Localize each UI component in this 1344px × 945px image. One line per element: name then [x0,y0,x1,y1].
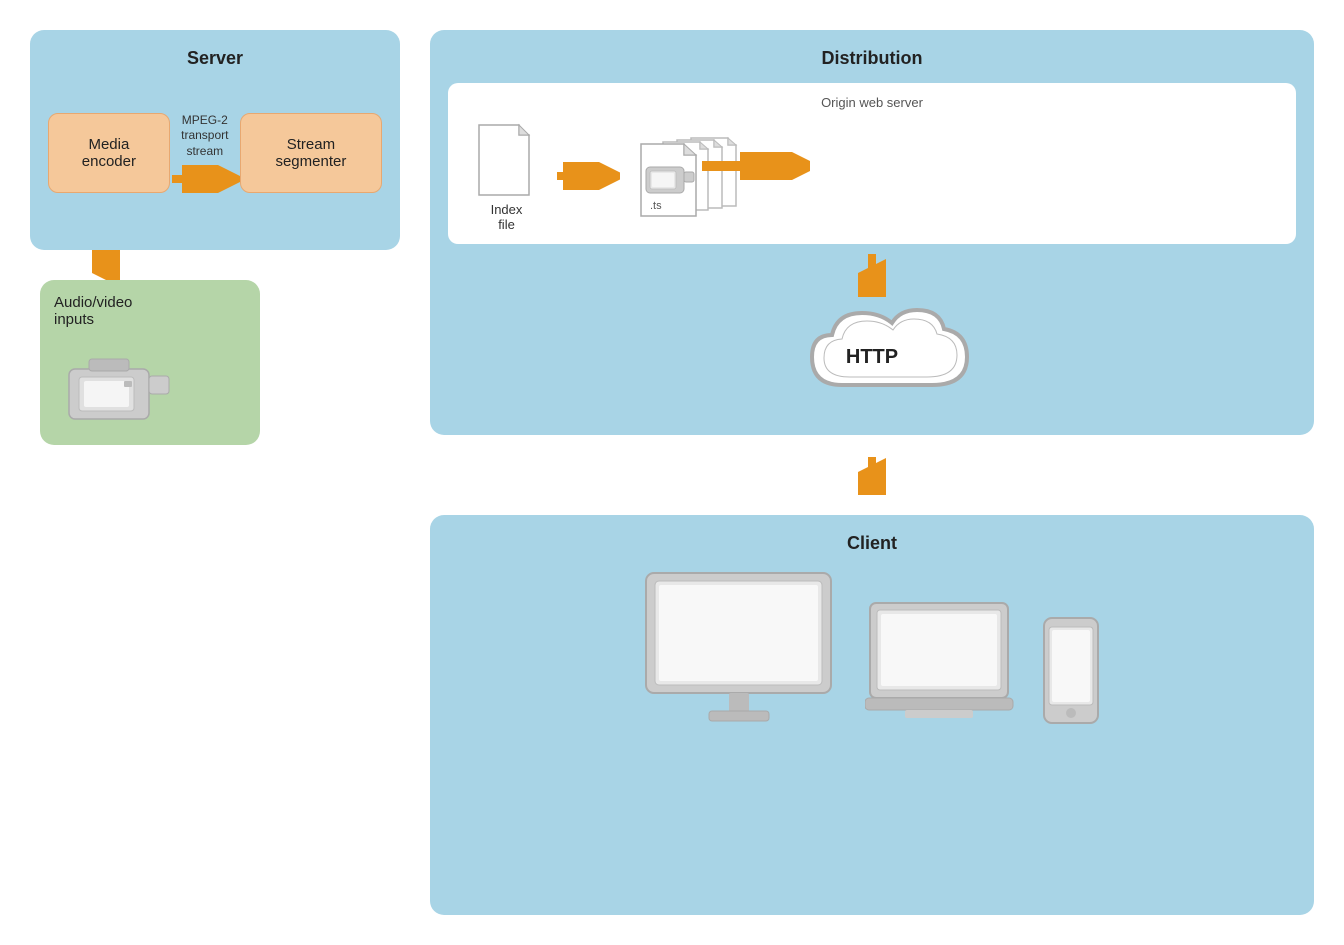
audio-video-section: Audio/videoinputs [40,280,260,445]
http-to-client-arrow [430,455,1314,495]
client-title: Client [448,533,1296,554]
laptop-icon [865,598,1015,733]
distribution-title: Distribution [448,48,1296,69]
up-arrow-container [92,250,400,280]
media-encoder-box: Media encoder [48,113,170,193]
left-panel: Server Media encoder MPEG-2transportstre… [30,30,400,915]
phone-svg [1039,613,1104,728]
mpeg-arrow: MPEG-2transportstream [170,113,240,194]
camera-svg [64,351,174,426]
phone-icon [1039,613,1104,733]
origin-inner: Indexfile [464,120,1280,232]
media-encoder-label: Media encoder [67,136,151,170]
main-layout: Server Media encoder MPEG-2transportstre… [0,0,1344,945]
stream-segmenter-box: Stream segmenter [240,113,382,193]
server-section: Server Media encoder MPEG-2transportstre… [30,30,400,250]
index-file-svg [474,120,539,200]
desktop-monitor-icon [641,568,841,733]
index-to-ts-arrow [555,162,620,190]
origin-label: Origin web server [464,95,1280,110]
index-file-label: Indexfile [491,202,523,232]
server-to-dist-arrow [700,152,810,185]
monitor-svg [641,568,841,728]
server-title: Server [48,48,382,69]
dist-down-arrow-svg [858,252,886,297]
mpeg-arrow-svg [170,165,240,193]
distribution-section: Distribution Origin web server Indexfile [430,30,1314,435]
client-section: Client [430,515,1314,915]
http-cloud-area: HTTP [448,297,1296,417]
up-arrow-svg [92,250,120,280]
camera-icon [64,351,174,431]
audio-video-label: Audio/videoinputs [54,294,132,328]
svg-text:.ts: .ts [650,200,662,212]
mpeg-label: MPEG-2transportstream [181,113,228,160]
right-panel: Distribution Origin web server Indexfile [430,30,1314,915]
server-dist-arrow-svg [700,152,810,180]
server-inner: Media encoder MPEG-2transportstream [48,83,382,223]
origin-server-box: Origin web server Indexfile [448,83,1296,244]
ts-file-front: .ts [636,139,704,221]
cloud-container: HTTP [762,297,982,417]
laptop-svg [865,598,1015,728]
devices-area [448,568,1296,733]
http-label: HTTP [846,346,898,369]
index-file-container: Indexfile [474,120,539,232]
http-to-client-arrow-svg [858,455,886,495]
dist-down-arrow [448,252,1296,297]
stream-segmenter-label: Stream segmenter [259,136,363,170]
